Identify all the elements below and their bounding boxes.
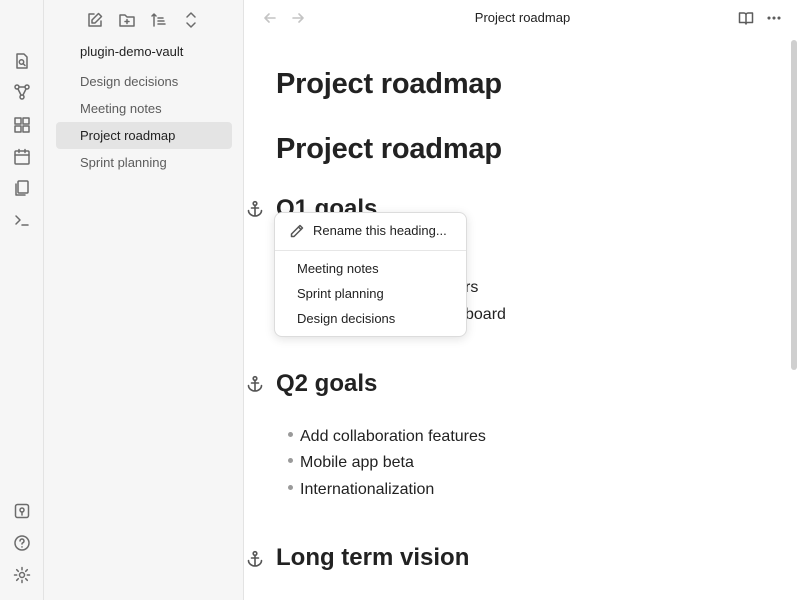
- file-search-icon[interactable]: [11, 50, 33, 72]
- vault-icon[interactable]: [11, 500, 33, 522]
- menu-separator: [275, 250, 466, 251]
- heading-q2-goals[interactable]: Q2 goals: [276, 370, 377, 398]
- settings-icon[interactable]: [11, 564, 33, 586]
- vault-name[interactable]: plugin-demo-vault: [80, 44, 183, 59]
- bullet-dot: [288, 458, 293, 464]
- file-item-design-decisions[interactable]: Design decisions: [56, 68, 232, 95]
- menu-item-meeting-notes[interactable]: Meeting notes: [275, 257, 466, 281]
- terminal-icon[interactable]: [11, 209, 33, 231]
- collapse-icon[interactable]: [180, 8, 202, 32]
- calendar-icon[interactable]: [11, 146, 33, 168]
- menu-item-label: Sprint planning: [297, 286, 384, 301]
- menu-item-rename-heading[interactable]: Rename this heading...: [275, 219, 466, 243]
- menu-item-design-decisions[interactable]: Design decisions: [275, 307, 466, 331]
- list-item[interactable]: Mobile app beta: [288, 452, 414, 474]
- file-item-sprint-planning[interactable]: Sprint planning: [56, 149, 232, 176]
- bullet-dot: [288, 485, 293, 491]
- bullet-dot: [288, 432, 293, 438]
- menu-item-label: Rename this heading...: [313, 223, 447, 238]
- view-header: Project roadmap: [245, 0, 800, 36]
- list-item-text: Add collaboration features: [300, 428, 486, 445]
- pencil-icon: [289, 223, 305, 239]
- reading-view-icon[interactable]: [736, 8, 756, 28]
- list-item-text: Mobile app beta: [300, 454, 414, 471]
- view-title[interactable]: Project roadmap: [245, 10, 800, 25]
- menu-item-label: Meeting notes: [297, 261, 379, 276]
- heading-context-menu: Rename this heading... Meeting notes Spr…: [274, 212, 467, 337]
- file-item-project-roadmap[interactable]: Project roadmap: [56, 122, 232, 149]
- menu-item-sprint-planning[interactable]: Sprint planning: [275, 282, 466, 306]
- anchor-icon[interactable]: [246, 550, 264, 568]
- list-item[interactable]: Internationalization: [288, 479, 434, 501]
- ribbon: [0, 0, 44, 600]
- heading-h1[interactable]: Project roadmap: [276, 68, 502, 101]
- new-folder-icon[interactable]: [116, 8, 138, 32]
- file-item-meeting-notes[interactable]: Meeting notes: [56, 95, 232, 122]
- file-explorer-toolbar: [84, 8, 202, 32]
- help-icon[interactable]: [11, 532, 33, 554]
- graph-icon[interactable]: [11, 81, 33, 103]
- editor-scrollbar[interactable]: [791, 40, 797, 370]
- copy-icon[interactable]: [11, 177, 33, 199]
- anchor-icon[interactable]: [246, 375, 264, 393]
- heading-long-term-vision[interactable]: Long term vision: [276, 544, 469, 572]
- list-item[interactable]: board: [465, 304, 506, 326]
- canvas-icon[interactable]: [11, 114, 33, 136]
- anchor-icon[interactable]: [246, 200, 264, 218]
- list-item-text: Internationalization: [300, 481, 435, 498]
- sort-icon[interactable]: [148, 8, 170, 32]
- menu-item-label: Design decisions: [297, 311, 396, 326]
- file-list: Design decisions Meeting notes Project r…: [56, 68, 232, 176]
- more-options-icon[interactable]: [764, 8, 784, 28]
- heading-h1[interactable]: Project roadmap: [276, 133, 502, 166]
- new-note-icon[interactable]: [84, 8, 106, 32]
- file-explorer: plugin-demo-vault Design decisions Meeti…: [44, 0, 244, 600]
- app-window: plugin-demo-vault Design decisions Meeti…: [0, 0, 800, 600]
- list-item[interactable]: Add collaboration features: [288, 426, 486, 448]
